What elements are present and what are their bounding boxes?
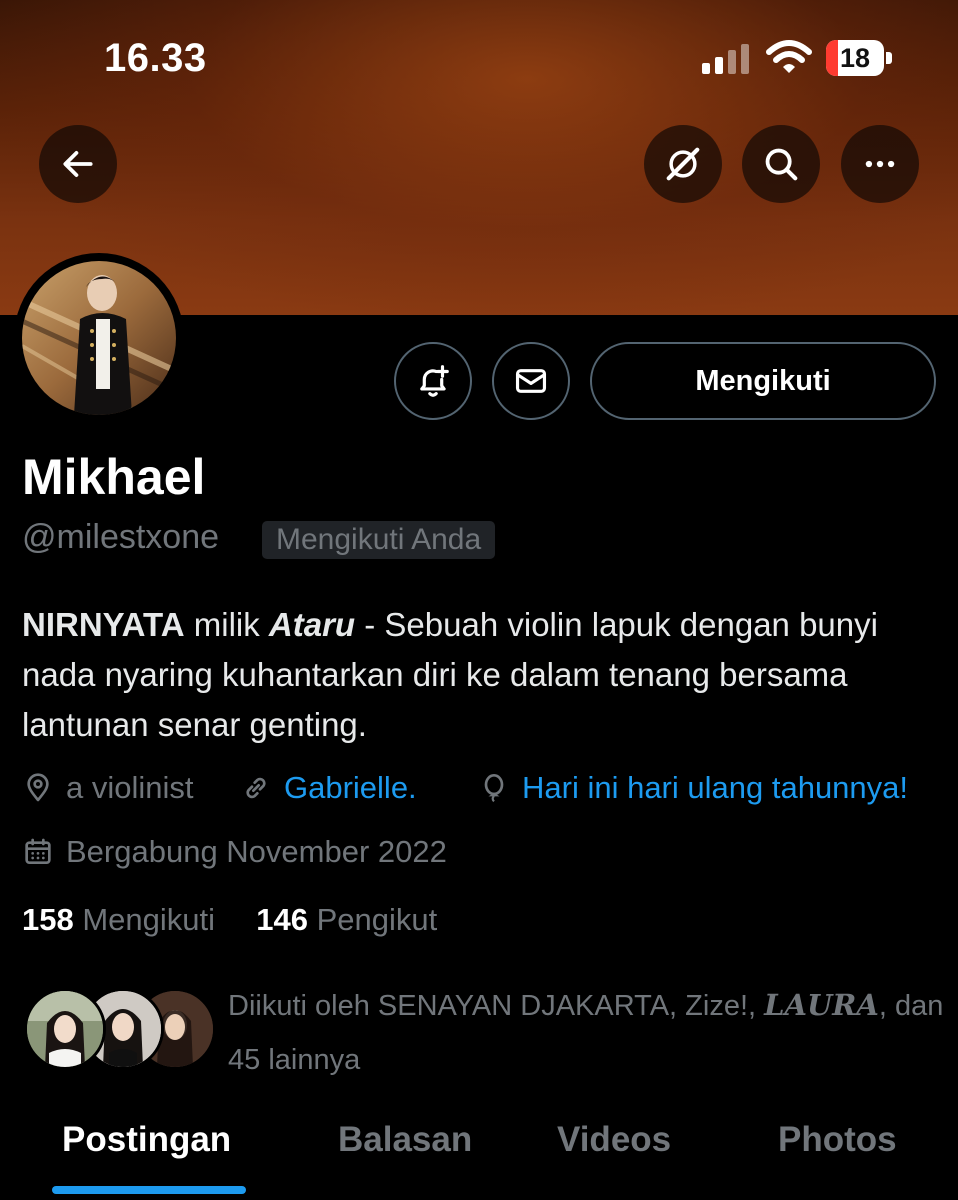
- tab-photos[interactable]: Photos: [778, 1120, 897, 1160]
- followed-by-prefix: Diikuti oleh SENAYAN DJAKARTA, Zize!,: [228, 990, 765, 1022]
- joined-text: Bergabung November 2022: [66, 834, 447, 869]
- cellular-signal-icon: [702, 44, 749, 74]
- battery-level: 18: [839, 43, 871, 73]
- location-text: a violinist: [66, 770, 194, 805]
- status-bar: 16.33 18: [0, 0, 958, 120]
- bio-bold-text: NIRNYATA: [22, 606, 185, 643]
- back-arrow-icon: [63, 151, 93, 177]
- following-count: 158: [22, 902, 74, 937]
- search-icon: [765, 148, 798, 181]
- profile-website[interactable]: Gabrielle.: [240, 770, 417, 806]
- wifi-icon: [766, 40, 812, 73]
- followed-by-text[interactable]: Diikuti oleh SENAYAN DJAKARTA, Zize!, LA…: [228, 978, 948, 1087]
- status-time: 16.33: [104, 36, 207, 80]
- link-icon: [246, 777, 266, 799]
- notification-button[interactable]: [394, 342, 472, 420]
- profile-location: a violinist: [22, 770, 194, 806]
- mail-icon: [515, 369, 547, 393]
- followers-label: Pengikut: [308, 902, 438, 937]
- profile-birthday[interactable]: Hari ini hari ulang tahunnya!: [478, 770, 908, 806]
- tab-balasan[interactable]: Balasan: [338, 1120, 472, 1160]
- grok-button[interactable]: [644, 125, 722, 203]
- tab-postingan[interactable]: Postingan: [62, 1120, 231, 1160]
- search-button[interactable]: [742, 125, 820, 203]
- bio-mention[interactable]: Ataru: [269, 606, 355, 643]
- more-icon: [865, 160, 895, 168]
- profile-bio: NIRNYATA milik Ataru - Sebuah violin lap…: [22, 600, 942, 750]
- following-stat[interactable]: 158 Mengikuti: [22, 902, 215, 937]
- more-button[interactable]: [841, 125, 919, 203]
- website-link[interactable]: Gabrielle.: [284, 770, 417, 806]
- profile-joined: Bergabung November 2022: [22, 834, 447, 870]
- profile-handle: @milestxone: [22, 518, 220, 556]
- follows-you-badge: Mengikuti Anda: [262, 521, 496, 559]
- followers-stat[interactable]: 146 Pengikut: [256, 902, 437, 937]
- back-button[interactable]: [39, 125, 117, 203]
- profile-name: Mikhael: [22, 449, 206, 505]
- followed-by-name: LAURA: [764, 988, 879, 1022]
- follower-avatar: [24, 988, 106, 1070]
- notification-bell-plus-icon: [420, 365, 449, 397]
- grok-icon: [666, 147, 700, 181]
- following-label: Mengikuti: [73, 902, 216, 937]
- following-button-label: Mengikuti: [695, 364, 831, 397]
- balloon-icon: [484, 774, 504, 803]
- tab-videos[interactable]: Videos: [557, 1120, 671, 1160]
- calendar-icon: [25, 838, 51, 864]
- profile-stats: 158 Mengikuti 146 Pengikut: [22, 902, 437, 938]
- followers-count: 146: [256, 902, 309, 937]
- active-tab-indicator: [52, 1186, 246, 1194]
- location-pin-icon: [27, 773, 49, 802]
- profile-avatar[interactable]: [14, 253, 184, 423]
- message-button[interactable]: [492, 342, 570, 420]
- birthday-text[interactable]: Hari ini hari ulang tahunnya!: [522, 770, 908, 806]
- bio-text: milik: [184, 606, 269, 643]
- following-button[interactable]: Mengikuti: [590, 342, 936, 420]
- avatar-photo: [22, 261, 176, 415]
- battery-icon: 18: [826, 40, 894, 76]
